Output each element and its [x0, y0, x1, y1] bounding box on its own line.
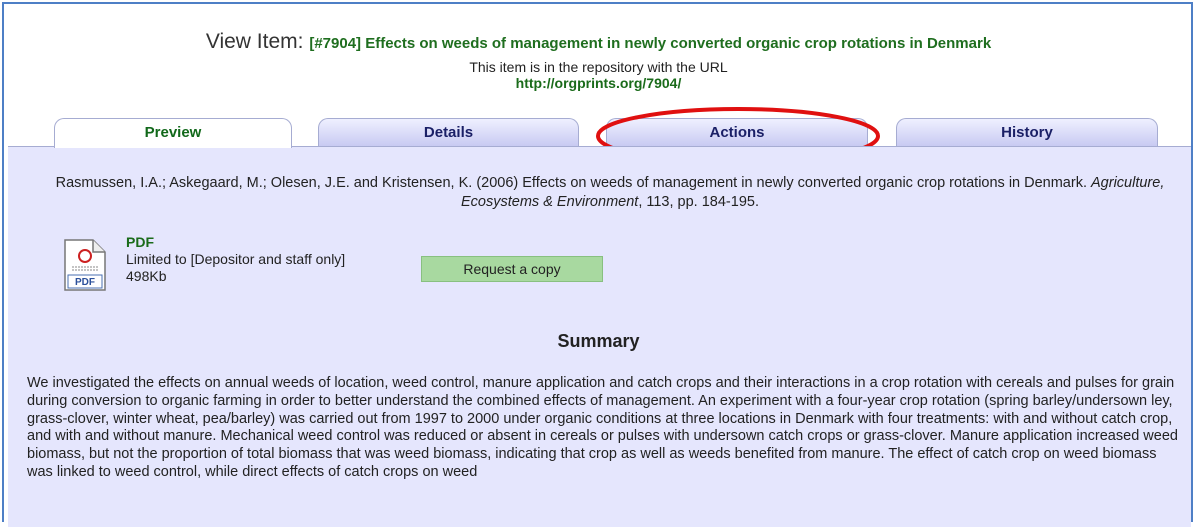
file-type-link[interactable]: PDF: [126, 234, 345, 251]
tab-preview[interactable]: Preview: [54, 118, 292, 148]
page-header: View Item: [#7904] Effects on weeds of m…: [0, 30, 1197, 93]
file-size: 498Kb: [126, 268, 167, 284]
svg-text:PDF: PDF: [75, 277, 95, 288]
tab-details[interactable]: Details: [318, 118, 579, 146]
repository-url-link[interactable]: http://orgprints.org/7904/: [516, 75, 682, 91]
citation-details: , 113, pp. 184-195.: [638, 194, 759, 210]
tab-actions[interactable]: Actions: [606, 118, 868, 146]
request-copy-button[interactable]: Request a copy: [421, 256, 603, 282]
citation: Rasmussen, I.A.; Askegaard, M.; Olesen, …: [40, 174, 1180, 212]
title-prefix: View Item:: [205, 30, 304, 53]
summary-heading: Summary: [557, 331, 640, 351]
summary-text: We investigated the effects on annual we…: [27, 375, 1178, 480]
tab-history[interactable]: History: [896, 118, 1158, 146]
file-access: Limited to [Depositor and staff only]: [126, 251, 346, 267]
tab-bar: Preview Details Actions History: [50, 118, 1166, 148]
page-title: View Item: [#7904] Effects on weeds of m…: [0, 30, 1197, 54]
citation-text: Rasmussen, I.A.; Askegaard, M.; Olesen, …: [55, 175, 1087, 191]
item-title-link[interactable]: [#7904] Effects on weeds of management i…: [309, 35, 991, 52]
pdf-file-icon[interactable]: PDF: [64, 239, 106, 291]
file-info: PDF Limited to [Depositor and staff only…: [126, 234, 345, 285]
repository-text: This item is in the repository with the …: [469, 59, 728, 75]
